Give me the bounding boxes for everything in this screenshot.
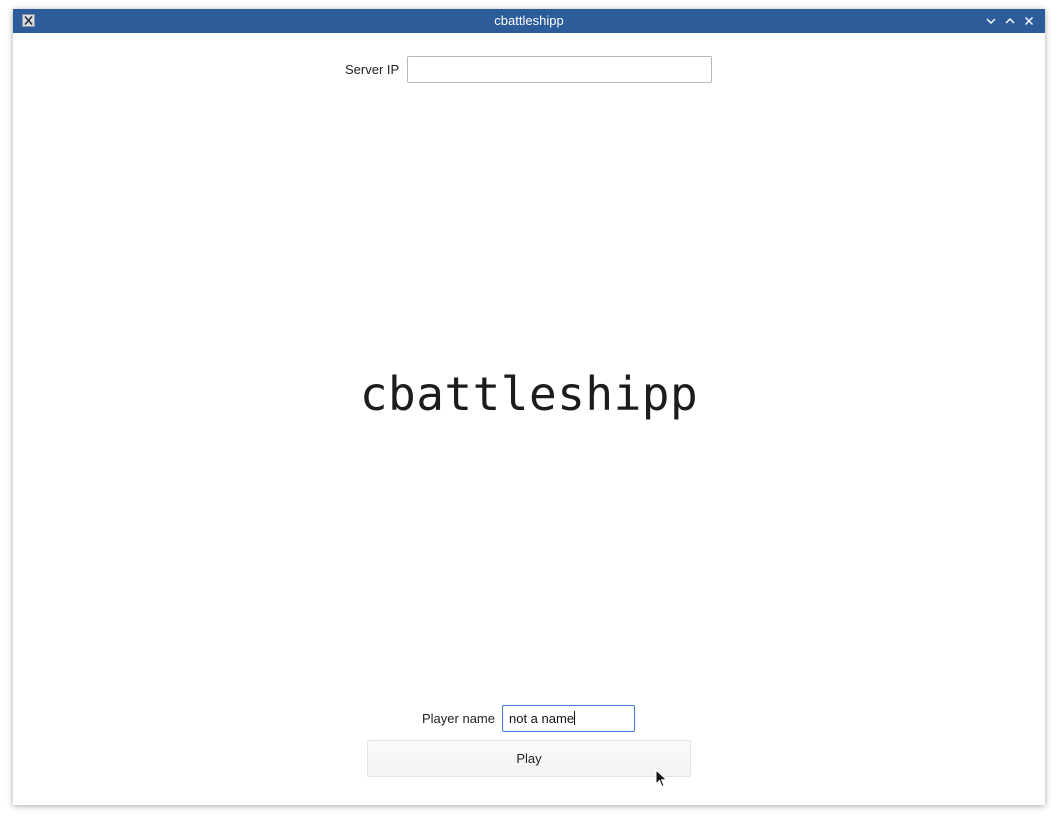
server-ip-label: Server IP [345, 62, 400, 77]
chevron-down-icon[interactable] [983, 13, 999, 29]
player-name-value: not a name [509, 711, 575, 726]
game-title: cbattleshipp [359, 367, 699, 421]
window-title: cbattleshipp [494, 13, 564, 28]
play-button[interactable]: Play [367, 740, 691, 777]
desktop: cbattleshipp Server IP cbattleshipp Play… [0, 0, 1058, 822]
server-ip-input[interactable] [407, 56, 712, 83]
player-name-label: Player name [422, 711, 495, 726]
title-bar[interactable]: cbattleshipp [13, 9, 1045, 33]
close-icon[interactable] [1021, 13, 1037, 29]
chevron-up-icon[interactable] [1002, 13, 1018, 29]
mouse-pointer-icon [655, 768, 669, 789]
player-name-input[interactable]: not a name [502, 705, 635, 732]
text-caret [574, 711, 576, 725]
app-window: cbattleshipp Server IP cbattleshipp Play… [13, 9, 1045, 805]
